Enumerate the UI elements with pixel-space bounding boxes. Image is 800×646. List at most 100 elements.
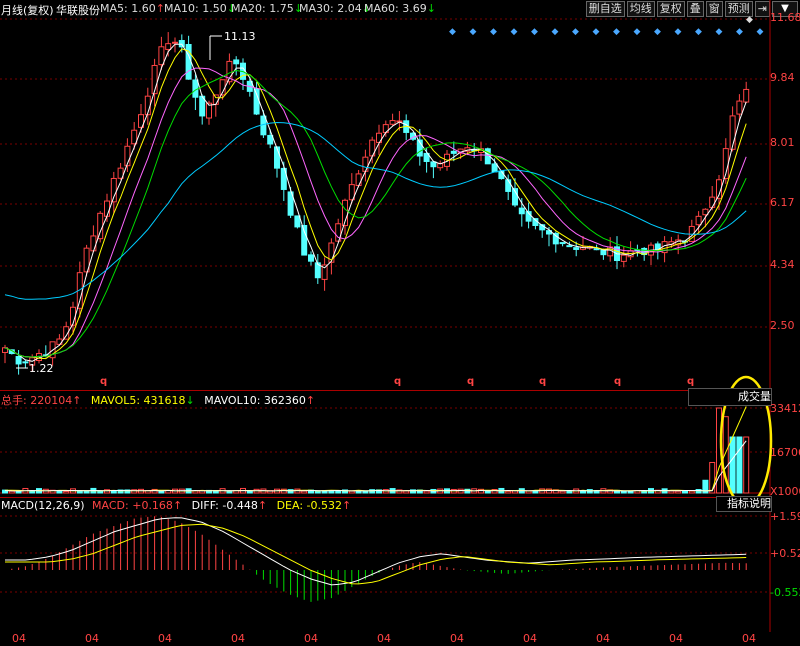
q-marker: q <box>100 376 107 387</box>
volume-bar <box>423 490 430 494</box>
volume-bar <box>675 490 682 494</box>
candle <box>430 161 437 168</box>
candle <box>743 88 750 103</box>
panel-divider <box>0 390 770 391</box>
macd-legend: MACD(12,26,9) MACD: +0.168↑ DIFF: -0.448… <box>1 499 352 512</box>
candle <box>253 88 260 115</box>
volume-bar <box>743 436 750 494</box>
volume-bar <box>484 490 491 494</box>
candle <box>22 361 29 364</box>
candle <box>97 212 104 240</box>
event-marker: ◆ <box>572 27 579 37</box>
volume-bar <box>403 490 410 494</box>
panel-divider <box>0 497 770 498</box>
x-axis: 04 04 04 04 04 04 04 04 04 04 04 <box>0 632 770 646</box>
volume-bar <box>505 490 512 494</box>
volume-bar <box>8 490 15 494</box>
ma-line <box>4 69 747 358</box>
volume-bar <box>736 436 743 494</box>
volume-tick: 16706 <box>770 446 800 459</box>
candle <box>573 247 580 250</box>
event-marker: ◆ <box>716 27 723 37</box>
candle <box>158 46 165 66</box>
candle <box>736 100 743 115</box>
x-axis-label: 04 <box>158 632 172 645</box>
candle <box>552 232 559 245</box>
price-tick: 11.68 <box>770 11 800 24</box>
candle <box>620 254 627 262</box>
x-axis-label: 04 <box>596 632 610 645</box>
candle <box>505 179 512 192</box>
event-marker: ◆ <box>634 27 641 37</box>
candle <box>450 150 457 154</box>
q-marker: q <box>394 376 401 387</box>
price-tick: 6.17 <box>770 196 795 209</box>
event-marker: ◆ <box>613 27 620 37</box>
price-tick: 2.50 <box>770 319 795 332</box>
q-marker: q <box>467 376 474 387</box>
event-marker: ◆ <box>593 27 600 37</box>
ma-line <box>4 67 747 358</box>
volume-bar <box>335 490 342 494</box>
candle <box>600 249 607 256</box>
volume-bar <box>566 490 573 494</box>
chart-canvas[interactable]: ◆ ◆ ◆ ◆ ◆ ◆ ◆ ◆ ◆ ◆ ◆ ◆ ◆ ◆ ◆ ◆◆q q q q q q <box>0 0 800 646</box>
candle <box>355 173 362 187</box>
min-price-label: 1.22 <box>29 362 54 375</box>
candle <box>695 215 702 226</box>
volume-bar <box>83 490 90 494</box>
macd-tick: +1.59 <box>770 510 800 523</box>
indicator-help-button[interactable]: 指标说明 <box>716 496 772 512</box>
x-axis-label: 04 <box>12 632 26 645</box>
volume-indicator-button[interactable]: 成交量 <box>688 388 772 406</box>
event-marker: ◆ <box>552 27 559 37</box>
candle <box>491 163 498 173</box>
volume-bar <box>682 490 688 494</box>
mavol10-line <box>4 440 747 492</box>
mavol5-line <box>4 406 747 492</box>
candle <box>212 94 219 105</box>
candle <box>294 215 301 228</box>
volume-bar <box>729 436 736 494</box>
price-tick: 8.01 <box>770 136 795 149</box>
event-marker: ◆ <box>490 27 497 37</box>
q-marker: q <box>687 376 694 387</box>
candle <box>559 242 566 245</box>
event-marker: ◆ <box>736 27 743 37</box>
volume-bar <box>63 490 70 494</box>
candle <box>389 120 396 125</box>
candle <box>185 44 192 80</box>
price-tick: 9.84 <box>770 71 795 84</box>
candle <box>709 196 716 208</box>
x-axis-label: 04 <box>377 632 391 645</box>
event-marker: ◆ <box>757 27 764 37</box>
candle <box>498 170 505 180</box>
x-axis-label: 04 <box>742 632 756 645</box>
x-axis-label: 04 <box>450 632 464 645</box>
volume-bar <box>641 490 648 494</box>
max-price-label: 11.13 <box>224 30 256 43</box>
volume-bar <box>97 490 104 494</box>
candle <box>308 254 314 262</box>
volume-bar <box>688 490 695 494</box>
event-marker: ◆ <box>746 15 753 25</box>
volume-bar <box>110 490 117 494</box>
x-axis-label: 04 <box>231 632 245 645</box>
volume-bar <box>348 490 355 494</box>
event-marker: ◆ <box>470 27 477 37</box>
candle <box>274 146 280 169</box>
event-marker: ◆ <box>531 27 538 37</box>
volume-bar <box>56 490 63 494</box>
event-marker: ◆ <box>654 27 661 37</box>
volume-bar <box>328 490 335 494</box>
q-marker: q <box>539 376 546 387</box>
volume-unit: X1000 <box>770 485 800 498</box>
event-marker: ◆ <box>695 27 702 37</box>
volume-bar <box>580 490 586 494</box>
dea-line <box>5 523 747 585</box>
volume-legend: 总手: 220104↑ MAVOL5: 431618↓ MAVOL10: 362… <box>1 394 316 407</box>
candle <box>566 245 573 248</box>
x-axis-label: 04 <box>85 632 99 645</box>
volume-bar <box>709 461 716 494</box>
volume-bar <box>668 490 675 494</box>
